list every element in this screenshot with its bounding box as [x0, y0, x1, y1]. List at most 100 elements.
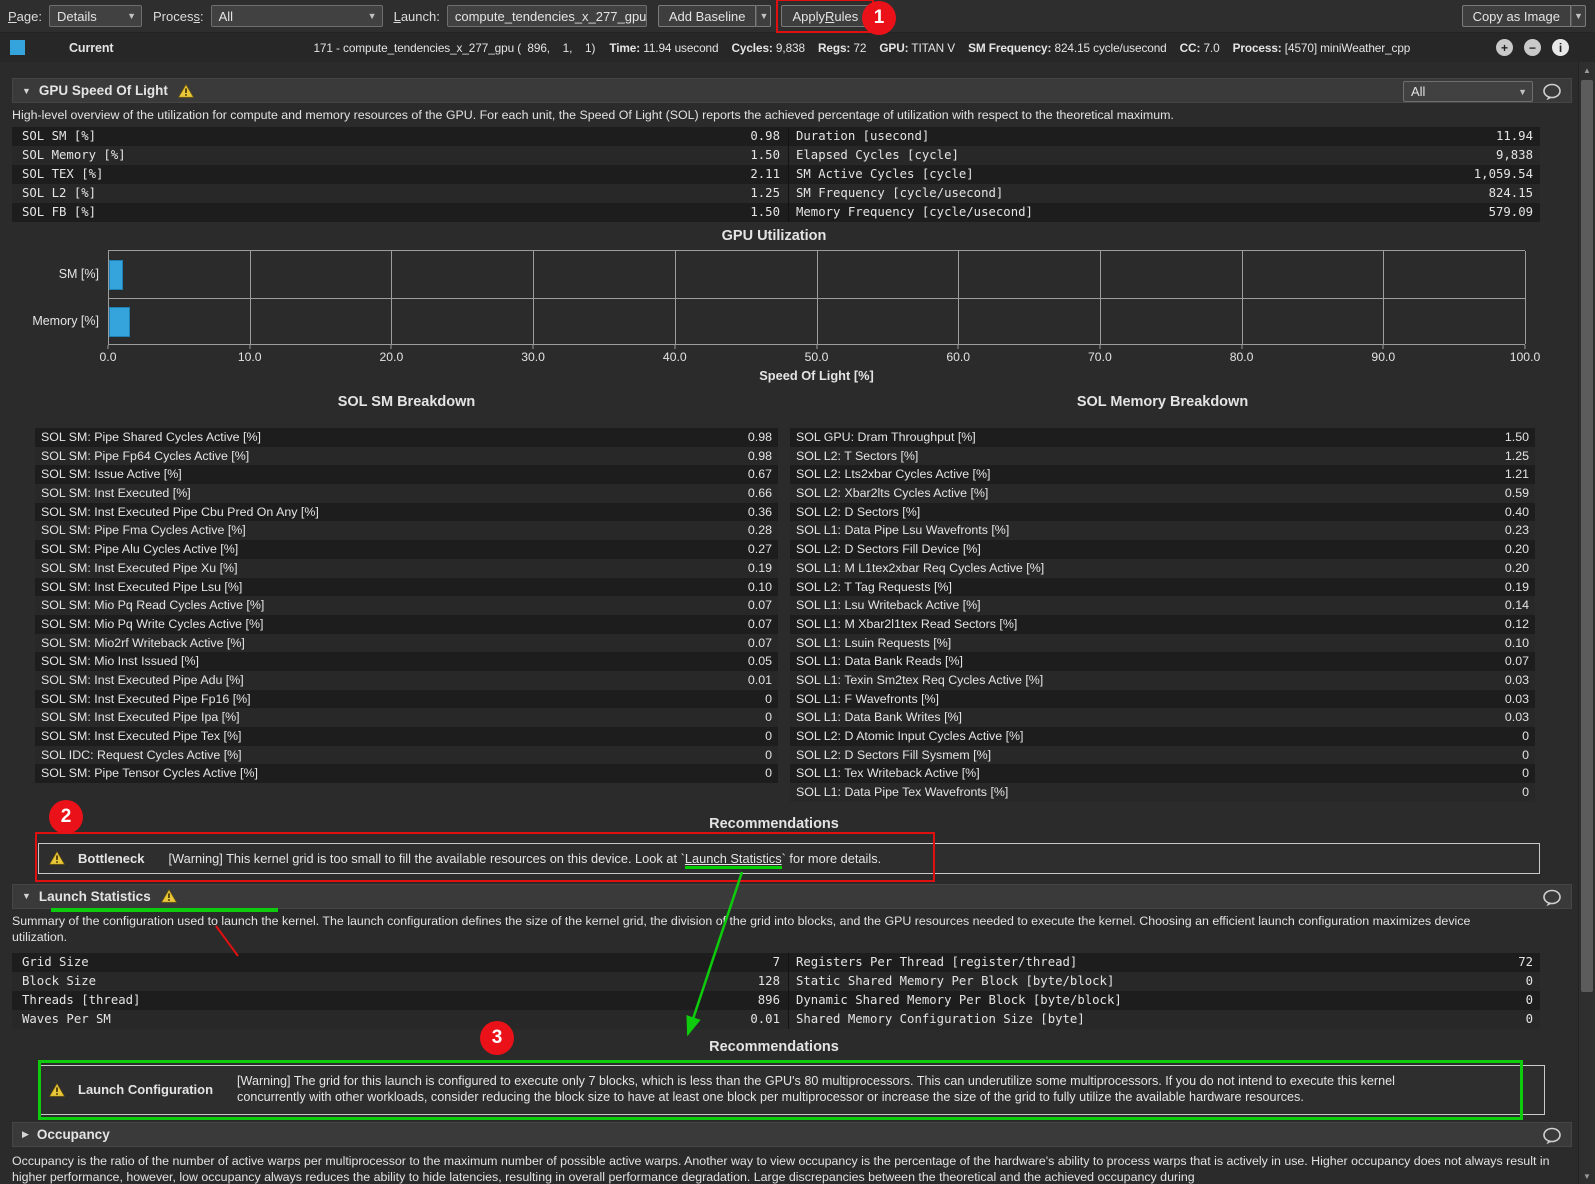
- metric-label: SOL L2: Xbar2lts Cycles Active [%]: [790, 484, 1455, 503]
- metric-value: 0: [698, 764, 778, 783]
- comment-icon[interactable]: [1542, 83, 1562, 101]
- table-row: SOL SM: Pipe Fp64 Cycles Active [%]0.98: [35, 447, 778, 466]
- table-row: SOL SM: Inst Executed Pipe Fp16 [%]0: [35, 690, 778, 709]
- table-row: SOL L1: F Wavefronts [%]0.03: [790, 690, 1535, 709]
- warning-icon: [161, 889, 177, 903]
- metric-label: SOL SM [%]: [12, 127, 678, 146]
- stat-process: Process: [4570] miniWeather_cpp: [1233, 41, 1411, 55]
- table-row: SOL SM: Inst Executed Pipe Lsu [%]0.10: [35, 578, 778, 597]
- section-header-occupancy[interactable]: ▶ Occupancy: [12, 1122, 1572, 1147]
- metric-label: Waves Per SM: [12, 1010, 678, 1029]
- table-row: SOL L1: Data Bank Writes [%]0.03: [790, 708, 1535, 727]
- page-label: Page:: [8, 9, 42, 24]
- metric-value: 0: [698, 727, 778, 746]
- table-row: SOL L2: D Sectors Fill Device [%]0.20: [790, 540, 1535, 559]
- metric-label: SOL L1: M Xbar2l1tex Read Sectors [%]: [790, 615, 1455, 634]
- metric-value: 0.03: [1455, 671, 1535, 690]
- table-row: SOL SM: Inst Executed Pipe Xu [%]0.19: [35, 559, 778, 578]
- scroll-down-icon[interactable]: ▼: [1579, 1168, 1595, 1184]
- table-row: SOL L1: Data Pipe Tex Wavefronts [%]0: [790, 783, 1535, 802]
- metric-value: 1.50: [1455, 428, 1535, 447]
- launch-dropdown[interactable]: compute_tendencies_x_277_gpu▼: [447, 5, 647, 27]
- metric-value: 0.19: [698, 559, 778, 578]
- metric-label: SOL L2: D Sectors [%]: [790, 503, 1455, 522]
- launch-label: Launch:: [394, 9, 440, 24]
- add-baseline-button[interactable]: Add Baseline: [658, 5, 757, 27]
- header-icons: + − i: [1496, 39, 1569, 56]
- x-tick-mark: [1525, 345, 1526, 349]
- table-row: SOL L1: Lsu Writeback Active [%]0.14: [790, 596, 1535, 615]
- metric-label: SOL TEX [%]: [12, 165, 678, 184]
- page-dropdown[interactable]: Details▼: [49, 5, 142, 27]
- metric-value: 0.28: [698, 521, 778, 540]
- metric-label: SOL SM: Inst Executed Pipe Tex [%]: [35, 727, 698, 746]
- expand-triangle-icon[interactable]: ▶: [22, 1129, 29, 1140]
- metric-value: 0.01: [698, 671, 778, 690]
- y-tick-label: SM [%]: [12, 250, 108, 298]
- vertical-scrollbar[interactable]: ▲ ▼: [1578, 62, 1595, 1184]
- chart-gridline: [1100, 251, 1101, 344]
- expand-all-icon[interactable]: +: [1496, 39, 1513, 56]
- metric-label: SOL SM: Pipe Tensor Cycles Active [%]: [35, 764, 698, 783]
- metric-label: Threads [thread]: [12, 991, 678, 1010]
- section-header-gpu-speed-of-light[interactable]: ▼ GPU Speed Of Light All▼: [12, 78, 1572, 103]
- table-row: SOL L2: Xbar2lts Cycles Active [%]0.59: [790, 484, 1535, 503]
- metric-value: 11.94: [1410, 127, 1540, 146]
- rule-message: [Warning] This kernel grid is too small …: [168, 851, 881, 866]
- x-tick-mark: [816, 345, 817, 349]
- metric-value: 1.50: [678, 203, 788, 222]
- metric-value: 0: [698, 690, 778, 709]
- metric-label: Block Size: [12, 972, 678, 991]
- metric-label: SOL SM: Pipe Shared Cycles Active [%]: [35, 428, 698, 447]
- comment-icon[interactable]: [1542, 889, 1562, 907]
- scrollbar-thumb[interactable]: [1581, 80, 1593, 992]
- chevron-down-icon: ▼: [127, 11, 136, 21]
- metric-value: 0.12: [1455, 615, 1535, 634]
- table-row: Grid Size7Registers Per Thread [register…: [12, 953, 1540, 972]
- warning-icon: [178, 84, 194, 98]
- metric-label: Memory Frequency [cycle/usecond]: [788, 203, 1410, 222]
- apply-rules-button[interactable]: Apply Rules: [781, 5, 869, 27]
- metric-label: SOL SM: Inst Executed Pipe Lsu [%]: [35, 578, 698, 597]
- copy-as-image-button[interactable]: Copy as Image: [1462, 5, 1571, 27]
- metric-value: 0.66: [698, 484, 778, 503]
- collapse-triangle-icon[interactable]: ▼: [22, 86, 31, 96]
- metric-label: SOL SM: Inst Executed Pipe Cbu Pred On A…: [35, 503, 698, 522]
- metric-value: 1,059.54: [1410, 165, 1540, 184]
- launch-statistics-link[interactable]: Launch Statistics: [685, 851, 782, 869]
- stat-smfrequency: SM Frequency: 824.15 cycle/usecond: [968, 41, 1167, 55]
- metric-value: 0.03: [1455, 708, 1535, 727]
- comment-icon[interactable]: [1542, 1127, 1562, 1145]
- table-row: SOL SM: Mio2rf Writeback Active [%]0.07: [35, 634, 778, 653]
- add-baseline-menu-button[interactable]: ▼: [756, 5, 771, 27]
- metric-value: 1.25: [1455, 447, 1535, 466]
- table-row: SOL L2: D Atomic Input Cycles Active [%]…: [790, 727, 1535, 746]
- metric-label: Duration [usecond]: [788, 127, 1410, 146]
- process-dropdown[interactable]: All▼: [211, 5, 383, 27]
- chart-gridline: [533, 251, 534, 344]
- sol-filter-dropdown[interactable]: All▼: [1403, 81, 1533, 102]
- x-tick-mark: [391, 345, 392, 349]
- table-row: SOL L2: Lts2xbar Cycles Active [%]1.21: [790, 465, 1535, 484]
- scroll-up-icon[interactable]: ▲: [1579, 62, 1595, 78]
- stat-time: Time: 11.94 usecond: [609, 41, 718, 55]
- collapse-triangle-icon[interactable]: ▼: [22, 891, 31, 901]
- chevron-down-icon: ▼: [368, 11, 377, 21]
- collapse-all-icon[interactable]: −: [1524, 39, 1541, 56]
- metric-label: SOL L1: Data Bank Reads [%]: [790, 652, 1455, 671]
- rule-message: [Warning] The grid for this launch is co…: [237, 1074, 1544, 1105]
- table-row: SOL SM [%]0.98Duration [usecond]11.94: [12, 127, 1540, 146]
- x-tick-label: 100.0: [1510, 350, 1541, 364]
- metric-label: SOL L1: Data Bank Writes [%]: [790, 708, 1455, 727]
- chevron-down-icon: ▼: [1518, 87, 1527, 97]
- metric-value: 0.67: [698, 465, 778, 484]
- table-row: SOL SM: Pipe Fma Cycles Active [%]0.28: [35, 521, 778, 540]
- metric-value: 824.15: [1410, 184, 1540, 203]
- recommendations-heading: Recommendations: [0, 816, 1548, 836]
- x-tick-label: 60.0: [946, 350, 970, 364]
- info-icon[interactable]: i: [1552, 39, 1569, 56]
- chart-gridline: [675, 251, 676, 344]
- section-title: Launch Statistics: [39, 889, 151, 904]
- section-header-launch-statistics[interactable]: ▼ Launch Statistics: [12, 884, 1572, 909]
- copy-as-image-menu-button[interactable]: ▼: [1571, 5, 1586, 27]
